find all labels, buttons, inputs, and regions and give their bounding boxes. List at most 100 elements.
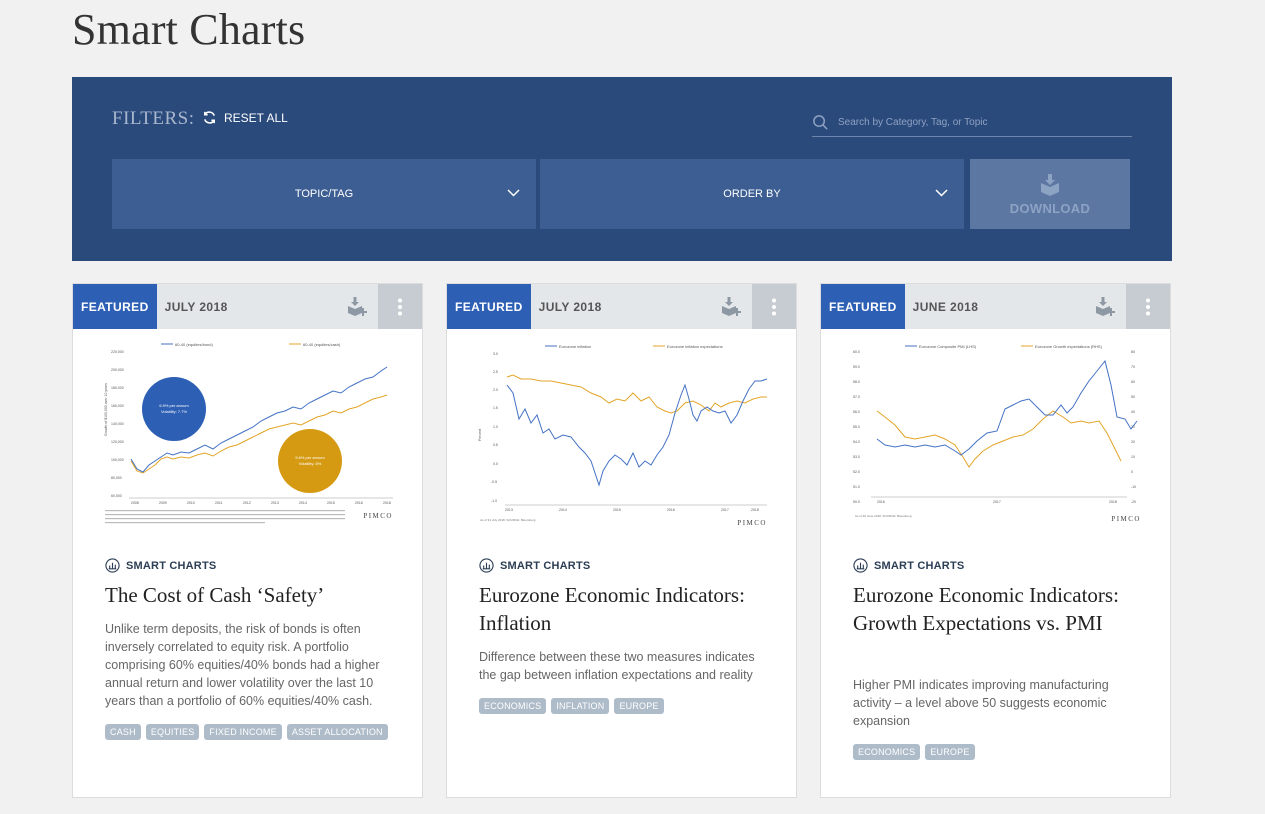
thumb-xtick: 2012 (243, 501, 251, 505)
thumb-ytick: 58.0 (853, 380, 860, 384)
tag-inflation[interactable]: INFLATION (551, 698, 610, 714)
thumb-xtick: 2009 (159, 501, 167, 505)
card-description: Higher PMI indicates improving manufactu… (853, 678, 1109, 728)
tag-europe[interactable]: EUROPE (614, 698, 664, 714)
thumb-source: As of 30 June 2018. SOURCE: Bloomberg (855, 514, 912, 518)
thumb-y2tick: 80 (1131, 350, 1135, 354)
card-category[interactable]: SMART CHARTS (853, 558, 964, 573)
chart-card[interactable]: FEATURED JULY 2018 Eurozone inflation Eu… (446, 283, 797, 798)
card-tags: CASH EQUITIES FIXED INCOME ASSET ALLOCAT… (105, 724, 388, 740)
thumb-y2tick: 60 (1131, 380, 1135, 384)
thumb-ytick: -0.5 (491, 480, 497, 484)
thumb-ytick: 1.0 (493, 425, 498, 429)
topic-tag-label: TOPIC/TAG (294, 188, 354, 200)
tag-equities[interactable]: EQUITIES (145, 724, 200, 740)
thumb-source: As of 31 July 2018. SOURCE: Bloomberg (480, 518, 536, 522)
thumb-xtick: 2013 (271, 501, 279, 505)
add-to-download-icon[interactable] (346, 295, 368, 317)
thumb-ytick: 120,000 (111, 440, 124, 444)
bar-chart-circle-icon (479, 558, 494, 573)
page-title: Smart Charts (72, 5, 306, 54)
tag-economics[interactable]: ECONOMICS (479, 698, 547, 714)
card-category[interactable]: SMART CHARTS (105, 558, 216, 573)
thumb-ytick: 180,000 (111, 386, 124, 390)
featured-badge: FEATURED (447, 284, 531, 329)
thumb-ytick: 80,000 (111, 476, 122, 480)
tag-europe[interactable]: EUROPE (925, 744, 975, 760)
thumb-legend: Eurozone inflation expectations (667, 344, 723, 349)
reset-all-button[interactable]: RESET ALL (202, 110, 288, 125)
card-category[interactable]: SMART CHARTS (479, 558, 590, 573)
thumb-ylabel: Growth of $100,000 over 10 years (104, 383, 108, 436)
thumb-ytick: 54.0 (853, 440, 860, 444)
thumb-y2tick: 70 (1131, 365, 1135, 369)
tag-cash[interactable]: CASH (105, 724, 141, 740)
card-title[interactable]: Eurozone Economic Indicators: Growth Exp… (853, 581, 1153, 637)
card-menu-button[interactable] (1126, 284, 1170, 329)
thumb-ytick: 140,000 (111, 422, 124, 426)
vertical-dots-icon (398, 298, 402, 315)
thumb-xtick: 2017 (721, 508, 729, 512)
thumb-ytick: 3.0 (493, 352, 498, 356)
download-button[interactable]: DOWNLOAD (970, 159, 1130, 229)
order-by-label: ORDER BY (723, 188, 781, 200)
order-by-dropdown[interactable]: ORDER BY (540, 159, 964, 229)
tag-asset-allocation[interactable]: ASSET ALLOCATION (286, 724, 388, 740)
thumb-xtick: 2018 (383, 501, 391, 505)
card-description: Unlike term deposits, the risk of bonds … (105, 622, 380, 708)
chart-card[interactable]: FEATURED JUNE 2018 Eurozone Composite PM… (820, 283, 1171, 798)
thumb-ytick: 60,000 (111, 494, 122, 498)
tag-fixed-income[interactable]: FIXED INCOME (204, 724, 282, 740)
card-header: FEATURED JULY 2018 (447, 284, 796, 329)
thumb-legend: 60-40 (equities/cash) (303, 342, 341, 347)
chevron-down-icon (507, 189, 520, 197)
thumb-ytick: 1.5 (493, 406, 498, 410)
add-to-download-icon[interactable] (720, 295, 742, 317)
card-description: Difference between these two measures in… (479, 650, 755, 682)
tag-economics[interactable]: ECONOMICS (853, 744, 921, 760)
thumb-xtick: 2016 (355, 501, 363, 505)
card-menu-button[interactable] (752, 284, 796, 329)
thumb-legend: 60-40 (equities/bond) (175, 342, 213, 347)
thumb-xtick: 2014 (299, 501, 307, 505)
card-title[interactable]: The Cost of Cash ‘Safety’ (105, 581, 405, 609)
thumb-bubble-text: 5.6% per annum (295, 455, 325, 460)
search-box (812, 109, 1132, 137)
reset-all-label: RESET ALL (224, 110, 288, 125)
thumb-legend: Eurozone Composite PMI (LHS) (919, 344, 977, 349)
chart-thumbnail[interactable]: Eurozone Composite PMI (LHS) Eurozone Gr… (849, 341, 1145, 527)
add-to-download-icon[interactable] (1094, 295, 1116, 317)
thumb-ytick: -1.0 (491, 499, 497, 503)
thumb-xtick: 2015 (327, 501, 335, 505)
search-input[interactable] (838, 117, 1118, 128)
vertical-dots-icon (772, 298, 776, 315)
card-date: JULY 2018 (164, 299, 228, 314)
thumb-y2tick: -10 (1131, 485, 1136, 489)
thumb-ytick: 52.0 (853, 470, 860, 474)
featured-badge: FEATURED (73, 284, 157, 329)
thumb-y2tick: 10 (1131, 455, 1135, 459)
vertical-dots-icon (1146, 298, 1150, 315)
thumb-xtick: 2016 (667, 508, 675, 512)
chart-card[interactable]: FEATURED JULY 2018 60-40 (equities/bond)… (72, 283, 423, 798)
thumb-y2tick: -20 (1131, 500, 1136, 504)
card-header: FEATURED JULY 2018 (73, 284, 422, 329)
card-category-label: SMART CHARTS (874, 559, 965, 572)
featured-badge: FEATURED (821, 284, 905, 329)
thumb-xtick: 2008 (131, 501, 139, 505)
thumb-xtick: 2018 (1109, 500, 1117, 504)
chart-thumbnail[interactable]: Eurozone inflation Eurozone inflation ex… (475, 341, 771, 527)
thumb-xtick: 2017 (993, 500, 1001, 504)
chart-thumbnail[interactable]: 60-40 (equities/bond) 60-40 (equities/ca… (101, 341, 397, 527)
topic-tag-dropdown[interactable]: TOPIC/TAG (112, 159, 536, 229)
thumb-ytick: 100,000 (111, 458, 124, 462)
pimco-logo: PIMCO (363, 512, 393, 520)
pimco-logo: PIMCO (1111, 515, 1141, 523)
search-icon (813, 115, 828, 130)
card-title[interactable]: Eurozone Economic Indicators: Inflation (479, 581, 779, 637)
thumb-ytick: 220,000 (111, 350, 124, 354)
thumb-xtick: 2014 (559, 508, 567, 512)
thumb-ylabel: Percent (478, 429, 482, 441)
download-label: DOWNLOAD (1009, 200, 1091, 216)
card-menu-button[interactable] (378, 284, 422, 329)
